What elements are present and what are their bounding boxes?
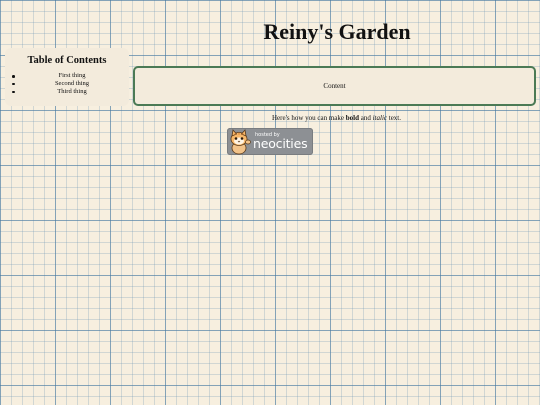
- toc-list: First thing Second thing Third thing: [5, 72, 129, 95]
- page-title: Reiny's Garden: [263, 19, 411, 44]
- badge-brand: neocities: [253, 135, 308, 151]
- intro-text: Here's how you can make bold and italic …: [133, 114, 540, 122]
- badge-text: hosted by neocities: [253, 132, 308, 151]
- content-text: Content: [323, 82, 346, 90]
- bold-word: bold: [345, 114, 359, 122]
- toc-item-third: Third thing: [12, 88, 129, 96]
- neocities-cat-icon: [230, 129, 251, 155]
- content-box: Content: [133, 66, 536, 106]
- toc-item-first: First thing: [12, 72, 129, 80]
- toc-heading: Table of Contents: [27, 55, 107, 66]
- toc-item-second: Second thing: [12, 80, 129, 88]
- intro-text-middle: and: [359, 114, 373, 122]
- intro-text-end: text.: [387, 114, 401, 122]
- intro-text-start: Here's how you can make: [272, 114, 346, 122]
- hosted-by-neocities-badge[interactable]: hosted by neocities: [227, 128, 313, 155]
- italic-word: italic: [372, 114, 387, 122]
- table-of-contents: Table of Contents First thing Second thi…: [5, 48, 129, 106]
